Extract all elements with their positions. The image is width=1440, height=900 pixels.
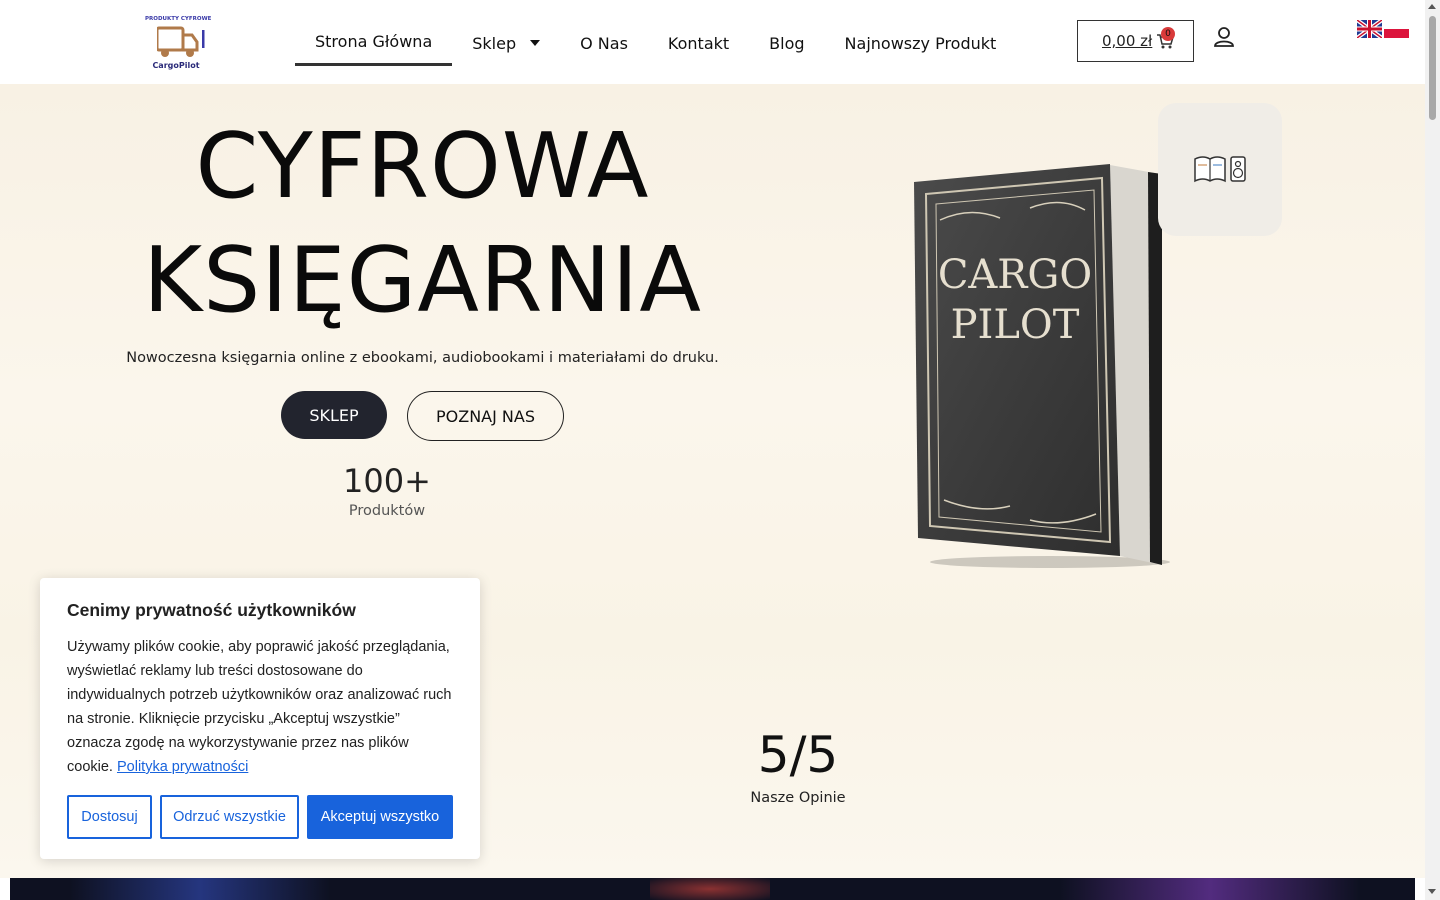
hero-title: CYFROWA KSIĘGARNIA [120,110,725,338]
banner-glow-center [650,878,770,900]
site-header: PRODUKTY CYFROWE CargoPilot Strona Główn… [0,0,1425,84]
page-scrollbar[interactable] [1425,0,1440,900]
nav-item-shop[interactable]: Sklep [452,20,560,66]
nav-label: Blog [769,33,805,53]
nav-label: Kontakt [667,33,730,53]
cookie-reject-all-button[interactable]: Odrzuć wszystkie [160,795,299,839]
user-account-icon[interactable] [1213,26,1235,48]
hero-title-line2: KSIĘGARNIA [143,228,702,333]
en-flag-icon[interactable] [1357,20,1382,38]
cookie-customize-button[interactable]: Dostosuj [67,795,152,839]
cookie-consent-dialog: Cenimy prywatność użytkowników Używamy p… [40,578,480,859]
caret-down-icon [530,40,541,46]
book-and-speaker-icon [1194,156,1246,183]
cookie-accept-all-button[interactable]: Akceptuj wszystko [307,795,453,839]
cookie-body: Używamy plików cookie, aby poprawić jako… [67,639,452,775]
scroll-up-arrow-icon[interactable] [1428,4,1436,9]
hero-title-line1: CYFROWA [195,114,650,219]
nav-label: O Nas [580,33,628,53]
book-title-line2: PILOT [951,302,1080,348]
cart-total: 0,00 zł [1102,32,1153,50]
rating-label: Nasze Opinie [750,790,846,806]
banner-glow-left [70,878,330,900]
rating-number: 5/5 [757,726,839,784]
banner-glow-right [1060,878,1360,900]
truck-icon [157,26,205,57]
cart-count-badge: 0 [1161,27,1175,41]
products-count: 100+ [343,462,431,500]
products-label: Produktów [348,503,426,519]
pl-flag-icon[interactable] [1384,20,1409,38]
next-section-banner [10,878,1415,900]
nav-item-newest-product[interactable]: Najnowszy Produkt [825,20,1017,66]
nav-item-blog[interactable]: Blog [749,20,824,66]
nav-label: Sklep [472,33,517,53]
nav-label: Najnowszy Produkt [844,33,997,53]
privacy-policy-link[interactable]: Polityka prywatności [117,759,248,775]
nav-item-about[interactable]: O Nas [560,20,648,66]
logo-top-text: PRODUKTY CYFROWE [145,16,212,22]
nav-item-contact[interactable]: Kontakt [648,20,749,66]
cart-button[interactable]: 0,00 zł [1077,20,1194,62]
cookie-title: Cenimy prywatność użytkowników [67,600,356,620]
main-nav: Strona Główna Sklep O Nas Kontakt Blog N… [295,20,1016,66]
scrollbar-thumb[interactable] [1429,16,1436,120]
nav-label: Strona Główna [315,32,433,51]
site-logo[interactable]: PRODUKTY CYFROWE CargoPilot [145,14,212,72]
shop-button[interactable]: SKLEP [281,391,387,439]
hero-subtitle: Nowoczesna księgarnia online z ebookami,… [126,350,719,366]
about-us-button[interactable]: POZNAJ NAS [407,391,564,441]
scroll-down-arrow-icon[interactable] [1428,889,1436,894]
book-cover-image: CARGO PILOT [914,164,1170,568]
nav-item-home[interactable]: Strona Główna [295,20,453,66]
book-title-line1: CARGO [938,252,1092,298]
logo-bottom-text: CargoPilot [152,61,200,70]
cookie-text: Używamy plików cookie, aby poprawić jako… [67,635,457,779]
